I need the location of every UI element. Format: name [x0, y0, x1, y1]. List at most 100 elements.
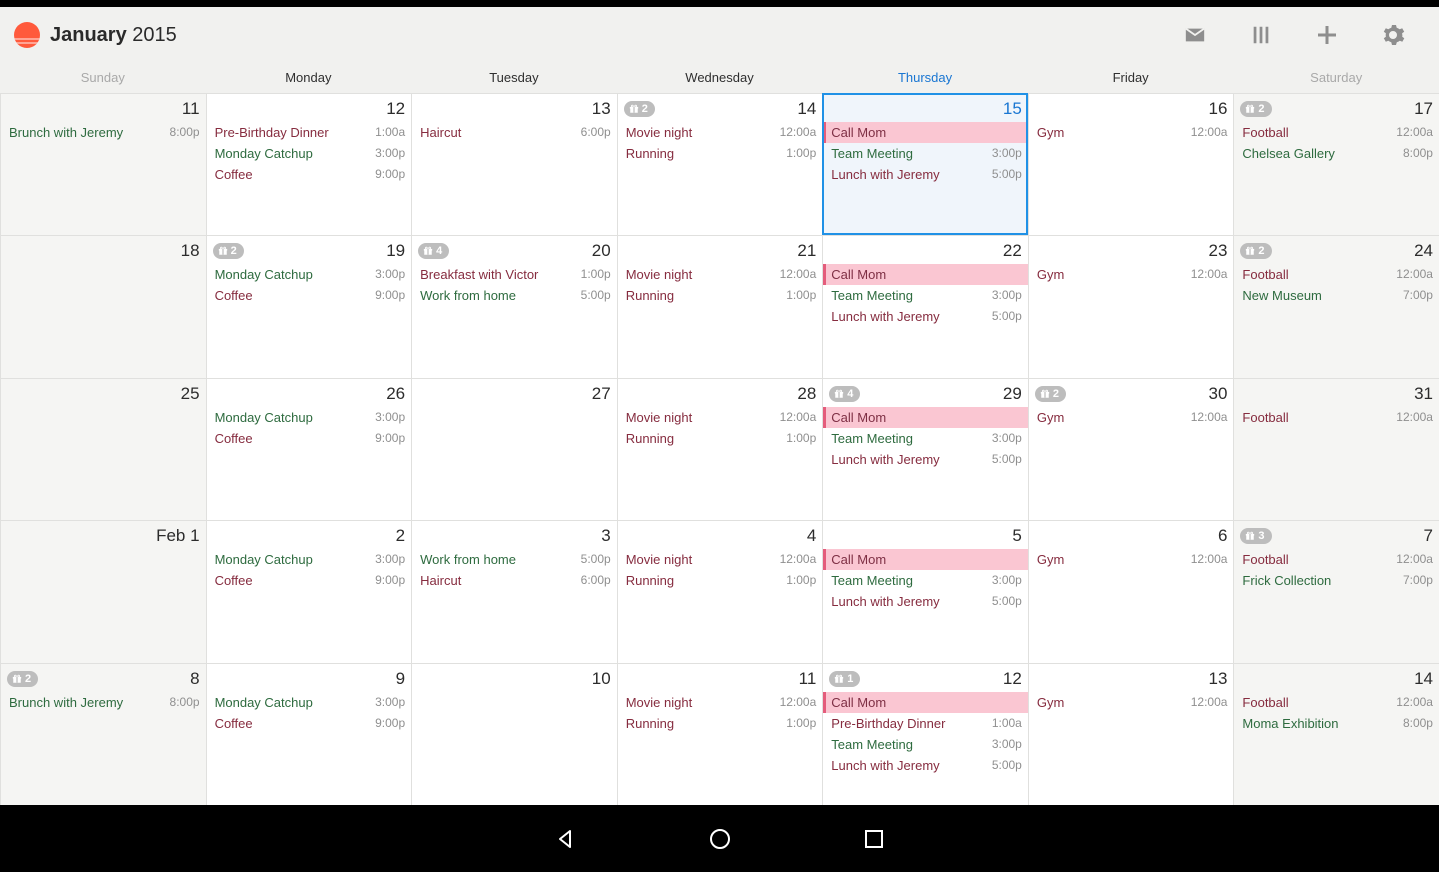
event-item[interactable]: Coffee9:00p — [213, 713, 406, 734]
event-item[interactable]: Gym12:00a — [1035, 122, 1228, 143]
day-cell[interactable]: 9Monday Catchup3:00pCoffee9:00p — [206, 663, 412, 805]
day-cell[interactable]: 224Football12:00aNew Museum7:00p — [1233, 235, 1439, 377]
event-item[interactable]: Coffee9:00p — [213, 428, 406, 449]
day-cell[interactable]: 13Haircut6:00p — [411, 93, 617, 235]
event-item[interactable]: Running1:00p — [624, 143, 817, 164]
event-item[interactable]: Monday Catchup3:00p — [213, 407, 406, 428]
event-item[interactable]: Call Mom — [823, 264, 1028, 285]
day-cell[interactable]: 3Work from home5:00pHaircut6:00p — [411, 520, 617, 662]
event-item[interactable]: Movie night12:00a — [624, 692, 817, 713]
event-item[interactable]: Monday Catchup3:00p — [213, 264, 406, 285]
event-item[interactable]: Call Mom — [823, 122, 1028, 143]
event-item[interactable]: Running1:00p — [624, 713, 817, 734]
columns-icon[interactable] — [1247, 21, 1275, 49]
event-item[interactable]: Lunch with Jeremy5:00p — [829, 755, 1022, 776]
birthday-badge[interactable]: 4 — [829, 386, 860, 402]
birthday-badge[interactable]: 2 — [624, 101, 655, 117]
event-item[interactable]: Haircut6:00p — [418, 122, 611, 143]
day-cell[interactable]: 22Call MomTeam Meeting3:00pLunch with Je… — [822, 235, 1028, 377]
event-item[interactable]: Gym12:00a — [1035, 407, 1228, 428]
event-item[interactable]: Running1:00p — [624, 428, 817, 449]
birthday-badge[interactable]: 4 — [418, 243, 449, 259]
event-item[interactable]: Gym12:00a — [1035, 264, 1228, 285]
day-cell[interactable]: 214Movie night12:00aRunning1:00p — [617, 93, 823, 235]
event-item[interactable]: Running1:00p — [624, 285, 817, 306]
birthday-badge[interactable]: 2 — [213, 243, 244, 259]
day-cell[interactable]: 112Call MomPre-Birthday Dinner1:00aTeam … — [822, 663, 1028, 805]
event-item[interactable]: Breakfast with Victor1:00p — [418, 264, 611, 285]
event-item[interactable]: Pre-Birthday Dinner1:00a — [213, 122, 406, 143]
birthday-badge[interactable]: 3 — [1240, 528, 1271, 544]
event-item[interactable]: Lunch with Jeremy5:00p — [829, 164, 1022, 185]
day-cell[interactable]: 25 — [0, 378, 206, 520]
add-icon[interactable] — [1313, 21, 1341, 49]
day-cell[interactable]: 15Call MomTeam Meeting3:00pLunch with Je… — [822, 93, 1028, 235]
event-item[interactable]: Lunch with Jeremy5:00p — [829, 449, 1022, 470]
day-cell[interactable]: 28Brunch with Jeremy8:00p — [0, 663, 206, 805]
day-cell[interactable]: 11Movie night12:00aRunning1:00p — [617, 663, 823, 805]
event-item[interactable]: Pre-Birthday Dinner1:00a — [829, 713, 1022, 734]
day-cell[interactable]: 4Movie night12:00aRunning1:00p — [617, 520, 823, 662]
event-item[interactable]: Gym12:00a — [1035, 692, 1228, 713]
day-cell[interactable]: 6Gym12:00a — [1028, 520, 1234, 662]
event-item[interactable]: Team Meeting3:00p — [829, 143, 1022, 164]
event-item[interactable]: Call Mom — [823, 692, 1028, 713]
back-icon[interactable] — [554, 827, 578, 851]
day-cell[interactable]: 217Football12:00aChelsea Gallery8:00p — [1233, 93, 1439, 235]
brand[interactable]: January 2015 — [14, 22, 177, 48]
event-item[interactable]: Coffee9:00p — [213, 164, 406, 185]
event-item[interactable]: Football12:00a — [1240, 549, 1433, 570]
mail-icon[interactable] — [1181, 21, 1209, 49]
day-cell[interactable]: Feb 1 — [0, 520, 206, 662]
day-cell[interactable]: 420Breakfast with Victor1:00pWork from h… — [411, 235, 617, 377]
event-item[interactable]: Team Meeting3:00p — [829, 570, 1022, 591]
event-item[interactable]: Running1:00p — [624, 570, 817, 591]
event-item[interactable]: Movie night12:00a — [624, 264, 817, 285]
recent-icon[interactable] — [862, 827, 886, 851]
day-cell[interactable]: 230Gym12:00a — [1028, 378, 1234, 520]
day-cell[interactable]: 21Movie night12:00aRunning1:00p — [617, 235, 823, 377]
day-cell[interactable]: 429Call MomTeam Meeting3:00pLunch with J… — [822, 378, 1028, 520]
event-item[interactable]: Movie night12:00a — [624, 407, 817, 428]
event-item[interactable]: Football12:00a — [1240, 692, 1433, 713]
day-cell[interactable]: 219Monday Catchup3:00pCoffee9:00p — [206, 235, 412, 377]
day-cell[interactable]: 14Football12:00aMoma Exhibition8:00p — [1233, 663, 1439, 805]
event-item[interactable]: Monday Catchup3:00p — [213, 692, 406, 713]
day-cell[interactable]: 11Brunch with Jeremy8:00p — [0, 93, 206, 235]
day-cell[interactable]: 10 — [411, 663, 617, 805]
day-cell[interactable]: 18 — [0, 235, 206, 377]
event-item[interactable]: Team Meeting3:00p — [829, 285, 1022, 306]
event-item[interactable]: Football12:00a — [1240, 122, 1433, 143]
event-item[interactable]: Call Mom — [823, 549, 1028, 570]
event-item[interactable]: Monday Catchup3:00p — [213, 549, 406, 570]
event-item[interactable]: Team Meeting3:00p — [829, 428, 1022, 449]
event-item[interactable]: Movie night12:00a — [624, 549, 817, 570]
birthday-badge[interactable]: 2 — [1240, 101, 1271, 117]
gear-icon[interactable] — [1379, 21, 1407, 49]
event-item[interactable]: Coffee9:00p — [213, 285, 406, 306]
home-icon[interactable] — [708, 827, 732, 851]
event-item[interactable]: New Museum7:00p — [1240, 285, 1433, 306]
event-item[interactable]: Haircut6:00p — [418, 570, 611, 591]
day-cell[interactable]: 23Gym12:00a — [1028, 235, 1234, 377]
event-item[interactable]: Coffee9:00p — [213, 570, 406, 591]
birthday-badge[interactable]: 2 — [1035, 386, 1066, 402]
day-cell[interactable]: 27 — [411, 378, 617, 520]
event-item[interactable]: Moma Exhibition8:00p — [1240, 713, 1433, 734]
event-item[interactable]: Brunch with Jeremy8:00p — [7, 122, 200, 143]
day-cell[interactable]: 13Gym12:00a — [1028, 663, 1234, 805]
event-item[interactable]: Movie night12:00a — [624, 122, 817, 143]
day-cell[interactable]: 37Football12:00aFrick Collection7:00p — [1233, 520, 1439, 662]
event-item[interactable]: Brunch with Jeremy8:00p — [7, 692, 200, 713]
event-item[interactable]: Chelsea Gallery8:00p — [1240, 143, 1433, 164]
event-item[interactable]: Work from home5:00p — [418, 285, 611, 306]
event-item[interactable]: Gym12:00a — [1035, 549, 1228, 570]
day-cell[interactable]: 2Monday Catchup3:00pCoffee9:00p — [206, 520, 412, 662]
event-item[interactable]: Work from home5:00p — [418, 549, 611, 570]
day-cell[interactable]: 28Movie night12:00aRunning1:00p — [617, 378, 823, 520]
day-cell[interactable]: 31Football12:00a — [1233, 378, 1439, 520]
event-item[interactable]: Football12:00a — [1240, 264, 1433, 285]
event-item[interactable]: Team Meeting3:00p — [829, 734, 1022, 755]
birthday-badge[interactable]: 1 — [829, 671, 860, 687]
day-cell[interactable]: 26Monday Catchup3:00pCoffee9:00p — [206, 378, 412, 520]
